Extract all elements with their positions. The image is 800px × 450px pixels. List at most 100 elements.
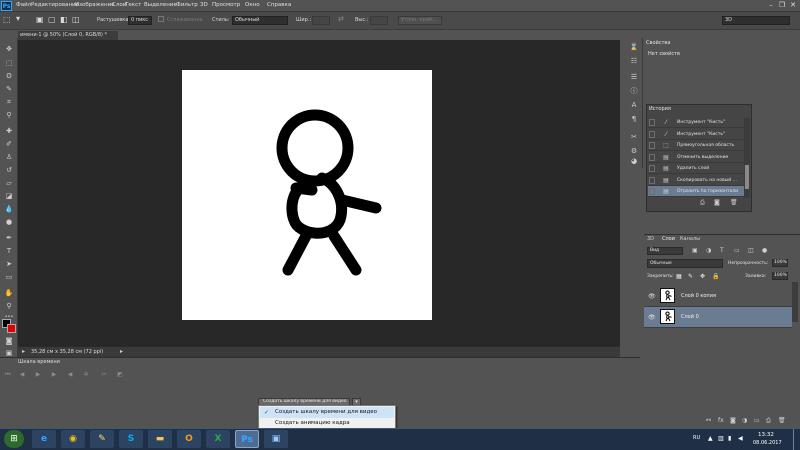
clock-date[interactable]: 08.06.2017 (753, 440, 782, 446)
next-frame-icon[interactable]: ▶ (50, 371, 58, 379)
opacity-input[interactable]: 100% (772, 259, 788, 267)
menu-item-video-timeline[interactable]: ✓ Создать шкалу времени для видео (260, 407, 394, 418)
status-menu-icon[interactable]: ▸ (22, 348, 25, 355)
snapshot-source-box[interactable] (649, 165, 655, 172)
clone-stamp-tool-icon[interactable]: ♙ (3, 152, 15, 162)
snapshot-source-box[interactable] (649, 153, 655, 161)
layer-mask-icon[interactable]: ◙ (730, 417, 736, 424)
smart-object-filter-icon[interactable]: ◫ (748, 247, 754, 254)
path-select-tool-icon[interactable]: ➤ (3, 259, 15, 269)
lasso-tool-icon[interactable]: ʘ (3, 71, 15, 81)
snapshot-icon[interactable]: ◙ (714, 199, 720, 206)
character-panel-icon[interactable]: A (629, 100, 639, 110)
history-item[interactable]: ▤ Скопировать на новый ... (648, 175, 744, 186)
outlook-icon[interactable]: O (177, 430, 201, 448)
split-clip-icon[interactable]: ✂ (100, 371, 108, 379)
dodge-tool-icon[interactable]: ● (3, 217, 15, 227)
history-scroll-thumb[interactable] (745, 165, 749, 189)
history-item[interactable]: ▤ Отразить по горизонтали (648, 186, 744, 197)
start-button[interactable]: ⊞ (4, 430, 24, 448)
menu-help[interactable]: Справка (267, 2, 291, 8)
tray-expand-icon[interactable]: ▲ (708, 435, 713, 442)
snapshot-source-box[interactable] (649, 119, 655, 126)
history-item[interactable]: ⬚ Прямоугольная область (648, 140, 744, 151)
paint-bucket-tool-icon[interactable]: ◪ (3, 191, 15, 201)
group-icon[interactable]: ▭ (754, 417, 760, 424)
intersect-selection-icon[interactable]: ◫ (72, 15, 80, 24)
layer-row[interactable]: 👁 Слой 0 (644, 307, 792, 328)
add-selection-icon[interactable]: ▢ (48, 15, 56, 24)
menu-filter[interactable]: Фильтр (176, 2, 198, 8)
menu-text[interactable]: Текст (125, 2, 141, 8)
zoom-tool-icon[interactable]: ⚲ (3, 301, 15, 311)
adjustment-filter-icon[interactable]: ◑ (706, 247, 711, 254)
menu-3d[interactable]: 3D (200, 2, 208, 8)
tab-3d[interactable]: 3D (647, 236, 654, 242)
paint-icon[interactable]: ✎ (90, 430, 114, 448)
visibility-eye-icon[interactable]: 👁 (648, 314, 656, 321)
style-select[interactable]: Обычный (232, 16, 288, 25)
menu-window[interactable]: Окно (245, 2, 260, 8)
new-document-from-state-icon[interactable]: ⎙ (700, 199, 705, 207)
layer-style-icon[interactable]: fx (718, 417, 724, 424)
volume-icon[interactable]: ◀ (738, 435, 743, 442)
layers-scrollbar[interactable] (792, 282, 798, 322)
swap-icon[interactable]: ⇄ (338, 15, 344, 23)
status-arrow-icon[interactable]: ▸ (120, 348, 123, 355)
snapshot-source-box[interactable] (649, 176, 655, 184)
visibility-eye-icon[interactable]: 👁 (648, 293, 656, 300)
history-item[interactable]: ⁄ Инструмент "Кисть" (648, 129, 744, 140)
menu-edit[interactable]: Редактирование (31, 2, 79, 8)
excel-icon[interactable]: X (206, 430, 230, 448)
photoshop-icon[interactable]: Ps (235, 430, 259, 448)
marquee-tool-icon[interactable]: ⬚ (3, 15, 11, 24)
folder-icon[interactable]: ▬ (148, 430, 172, 448)
filter-toggle-icon[interactable]: ● (762, 247, 767, 254)
trash-icon[interactable]: 🗑 (730, 199, 738, 206)
eraser-tool-icon[interactable]: ▱ (3, 178, 15, 188)
layer-row[interactable]: 👁 Слой 0 копия (644, 286, 792, 307)
first-frame-icon[interactable]: ⏮ (4, 371, 12, 379)
settings-gear-icon[interactable]: ✲ (82, 371, 90, 379)
eyedropper-tool-icon[interactable]: ⚲ (3, 110, 15, 120)
pixel-filter-icon[interactable]: ▣ (692, 247, 698, 254)
hand-tool-icon[interactable]: ✋ (3, 288, 15, 298)
menu-select[interactable]: Выделение (144, 2, 177, 8)
dropdown-arrow-icon[interactable]: ▾ (16, 14, 20, 23)
shape-filter-icon[interactable]: ▭ (734, 247, 740, 254)
paragraph-panel-icon[interactable]: ¶ (629, 114, 639, 124)
history-tab[interactable]: История (649, 106, 671, 112)
menu-image[interactable]: Изображение (75, 2, 115, 8)
history-item[interactable]: ▤ Удалить слой (648, 163, 744, 174)
prev-frame-icon[interactable]: ◀ (18, 371, 26, 379)
brush-tool-icon[interactable]: ✐ (3, 139, 15, 149)
marquee-tool-icon[interactable]: ⬚ (3, 58, 15, 68)
width-input[interactable] (312, 16, 330, 25)
rectangle-tool-icon[interactable]: ▭ (3, 272, 15, 282)
move-tool-icon[interactable]: ✥ (3, 44, 15, 54)
explorer-window-icon[interactable]: ▣ (264, 430, 288, 448)
quick-select-tool-icon[interactable]: ✎ (3, 84, 15, 94)
clone-source-icon[interactable]: ⚙ (629, 146, 639, 156)
crop-tool-icon[interactable]: ⌗ (3, 97, 15, 107)
pen-tool-icon[interactable]: ✒ (3, 233, 15, 243)
history-panel-icon[interactable]: ⌛ (629, 42, 639, 52)
delete-layer-icon[interactable]: 🗑 (778, 417, 786, 424)
lock-position-icon[interactable]: ✥ (700, 273, 705, 280)
menu-view[interactable]: Просмотр (212, 2, 240, 8)
fill-input[interactable]: 100% (772, 272, 788, 280)
restore-icon[interactable]: ❐ (777, 1, 787, 10)
antialias-checkbox[interactable] (158, 16, 164, 22)
history-item[interactable]: ⁄ Инструмент "Кисть" (648, 117, 744, 128)
show-desktop-button[interactable] (793, 429, 800, 450)
document-tab[interactable]: имени-1 @ 50% (Слой 0, RGB/8) * (18, 31, 118, 40)
adjustment-layer-icon[interactable]: ◑ (742, 417, 747, 424)
history-item[interactable]: ▤ Отменить выделение (648, 152, 744, 163)
menu-file[interactable]: Файл (16, 2, 31, 8)
tab-layers[interactable]: Слои (662, 236, 675, 242)
snapshot-source-box[interactable] (649, 130, 655, 138)
healing-brush-tool-icon[interactable]: ✚ (3, 126, 15, 136)
adjustments-panel-icon[interactable]: ☰ (629, 72, 639, 82)
minimize-icon[interactable]: – (766, 1, 776, 10)
snapshot-source-box[interactable] (649, 188, 655, 195)
